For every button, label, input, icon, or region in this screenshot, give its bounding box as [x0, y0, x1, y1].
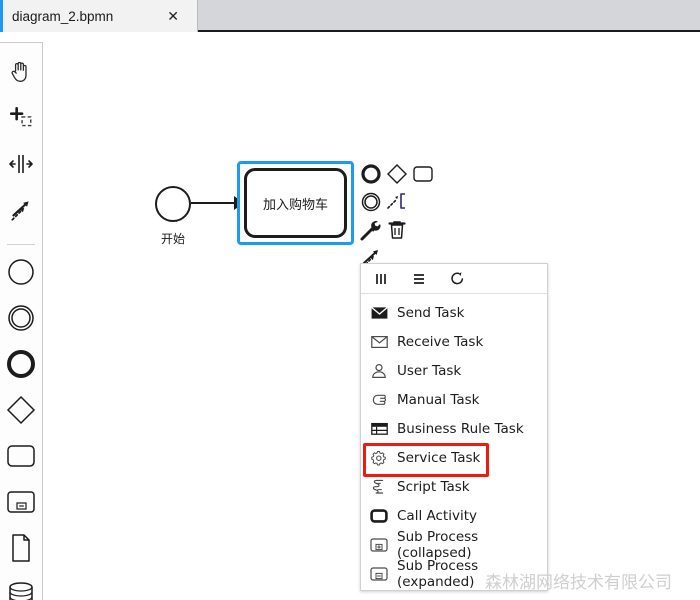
menu-item-label: Business Rule Task: [397, 420, 524, 437]
menu-item-label: Service Task: [397, 449, 481, 466]
lasso-select-icon: [9, 106, 32, 127]
call-activity-icon: [370, 507, 388, 525]
user-icon: [370, 362, 388, 380]
palette-create-data-store[interactable]: [0, 571, 42, 600]
envelope-outline-icon: [370, 333, 388, 351]
envelope-filled-icon: [370, 304, 388, 322]
menu-item-label: User Task: [397, 362, 462, 379]
menu-item-sub-process-collapsed[interactable]: Sub Process (collapsed): [361, 528, 547, 561]
menu-item-label: Script Task: [397, 478, 470, 495]
space-tool-icon: [9, 155, 33, 173]
hand-icon: [11, 61, 27, 82]
menu-item-business-rule-task[interactable]: Business Rule Task: [361, 414, 547, 443]
context-pad-append-intermediate-event[interactable]: [359, 190, 383, 214]
end-event-icon: [361, 164, 381, 184]
task-selection-outline[interactable]: 加入购物车: [237, 161, 354, 245]
menu-item-receive-task[interactable]: Receive Task: [361, 327, 547, 356]
parallel-multi-instance-icon[interactable]: [371, 269, 391, 289]
subprocess-expanded-icon: [370, 565, 388, 583]
watermark-text: 森林湖网络技术有限公司: [485, 573, 672, 593]
palette-lasso-tool[interactable]: [0, 95, 42, 141]
palette-hand-tool[interactable]: [0, 49, 42, 95]
menu-item-send-task[interactable]: Send Task: [361, 298, 547, 327]
script-scroll-icon: [370, 478, 388, 496]
gateway-diamond-icon: [6, 395, 36, 425]
menu-item-label: Manual Task: [397, 391, 480, 408]
context-pad-append-text-annotation[interactable]: [385, 190, 409, 214]
trash-icon: [388, 221, 406, 239]
context-pad-append-end-event[interactable]: [359, 162, 383, 186]
start-event-label: 开始: [160, 232, 185, 246]
menu-item-user-task[interactable]: User Task: [361, 356, 547, 385]
palette-create-start-event[interactable]: [0, 249, 42, 295]
menu-item-script-task[interactable]: Script Task: [361, 472, 547, 501]
bpmn-editor-window: diagram_2.bpmn ✕ 开始 加入购物车 Send Task Rece…: [0, 0, 700, 600]
context-pad-append-task[interactable]: [411, 162, 435, 186]
element-palette: [0, 42, 43, 600]
menu-item-call-activity[interactable]: Call Activity: [361, 501, 547, 530]
task-shape[interactable]: 加入购物车: [244, 168, 347, 238]
data-store-icon: [9, 582, 33, 600]
menu-item-label: Receive Task: [397, 333, 484, 350]
subprocess-collapsed-icon: [370, 536, 388, 554]
sequential-multi-instance-icon[interactable]: [409, 269, 429, 289]
palette-space-tool[interactable]: [0, 141, 42, 187]
tab-diagram-2[interactable]: diagram_2.bpmn ✕: [0, 0, 198, 32]
task-icon: [7, 445, 35, 467]
palette-create-data-object[interactable]: [0, 525, 42, 571]
sequence-flow[interactable]: [191, 202, 238, 204]
task-icon: [413, 166, 433, 182]
menu-item-label: Call Activity: [397, 507, 477, 524]
subprocess-expanded-icon: [7, 491, 35, 513]
context-pad-replace-element[interactable]: [359, 218, 383, 242]
gateway-diamond-icon: [387, 164, 407, 184]
replace-element-menu: Send Task Receive Task User Task Manual …: [360, 263, 548, 591]
global-connect-icon: [11, 201, 29, 221]
menu-item-service-task[interactable]: Service Task: [361, 443, 547, 477]
palette-global-connect-tool[interactable]: [0, 187, 42, 233]
wrench-icon: [360, 221, 381, 241]
palette-create-intermediate-event[interactable]: [0, 295, 42, 341]
hand-manual-icon: [370, 391, 388, 409]
menu-item-manual-task[interactable]: Manual Task: [361, 385, 547, 414]
start-event-shape[interactable]: [155, 186, 191, 222]
table-rule-icon: [370, 420, 388, 438]
menu-item-label: Sub Process (collapsed): [397, 528, 479, 561]
tab-title: diagram_2.bpmn: [12, 8, 114, 24]
context-pad-append-gateway[interactable]: [385, 162, 409, 186]
task-label: 加入购物车: [262, 197, 328, 213]
replace-menu-header: [361, 264, 547, 294]
tab-bar: diagram_2.bpmn ✕: [0, 0, 700, 32]
intermediate-event-icon: [361, 192, 381, 212]
intermediate-event-icon: [8, 305, 34, 331]
text-annotation-icon: [387, 193, 405, 209]
gear-icon: [370, 449, 388, 467]
menu-item-label: Send Task: [397, 304, 465, 321]
data-object-icon: [12, 534, 30, 562]
start-event-icon: [8, 259, 34, 285]
context-pad-delete-element[interactable]: [385, 218, 409, 242]
palette-create-gateway[interactable]: [0, 387, 42, 433]
replace-menu-list: Send Task Receive Task User Task Manual …: [361, 294, 547, 590]
palette-create-task[interactable]: [0, 433, 42, 479]
palette-divider: [7, 244, 35, 245]
loop-icon[interactable]: [447, 269, 467, 289]
tab-active-accent: [0, 0, 3, 32]
close-icon[interactable]: ✕: [167, 9, 179, 23]
palette-create-subprocess[interactable]: [0, 479, 42, 525]
end-event-icon: [7, 350, 35, 378]
palette-create-end-event[interactable]: [0, 341, 42, 387]
